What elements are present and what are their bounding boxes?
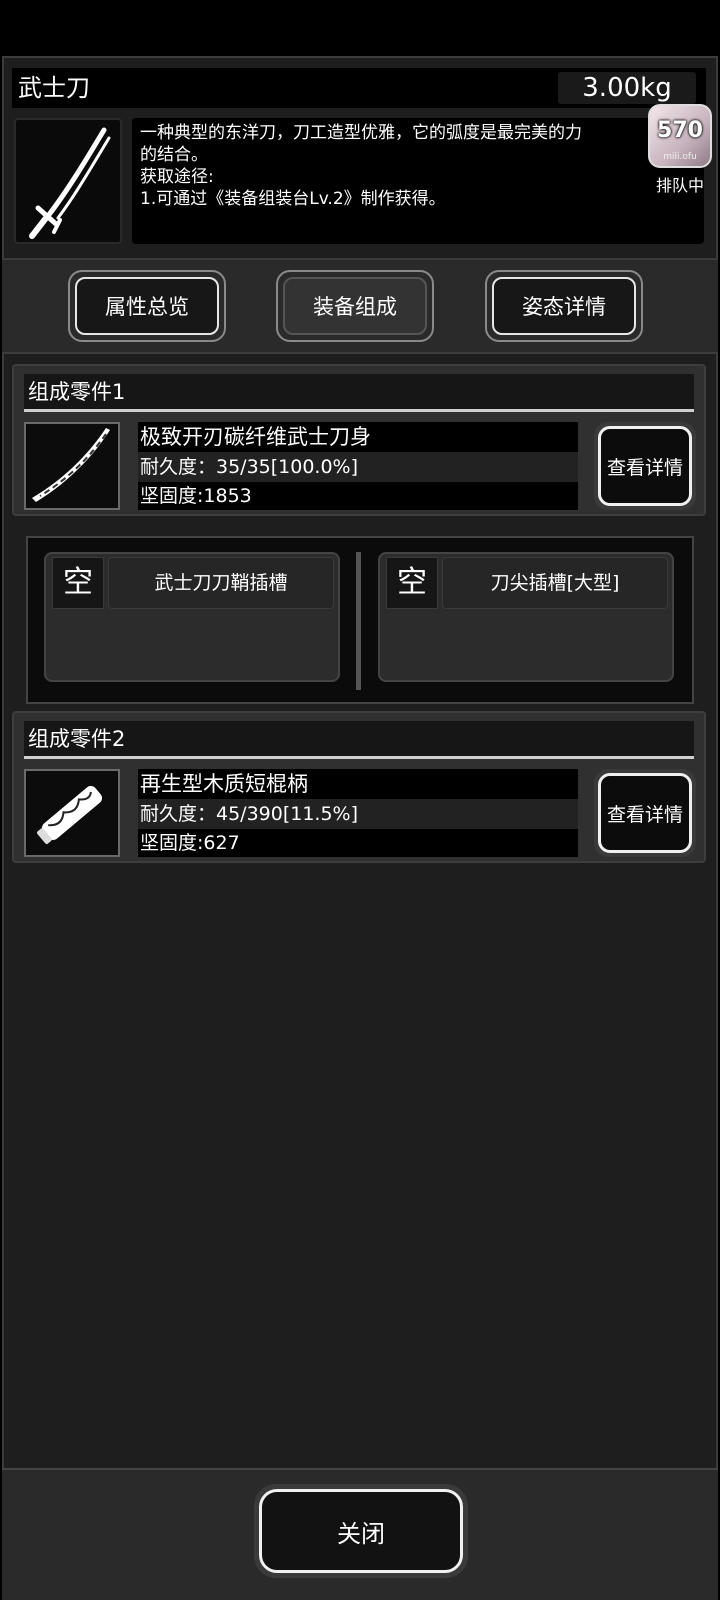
- item-title: 武士刀: [18, 74, 90, 102]
- component-header: 组成零件1: [24, 374, 694, 412]
- item-description: 一种典型的东洋刀，刀工造型优雅，它的弧度是最完美的力 的结合。 获取途径: 1.…: [132, 118, 704, 244]
- slot-sheath[interactable]: 空 武士刀刀鞘插槽: [44, 552, 340, 682]
- view-details-label: 查看详情: [598, 426, 692, 506]
- component-name: 极致开刃碳纤维武士刀身: [138, 422, 578, 452]
- description-line: 的结合。: [140, 145, 208, 165]
- tab-composition-label: 装备组成: [283, 277, 427, 335]
- tab-composition[interactable]: 装备组成: [276, 270, 434, 342]
- component-hardness: 坚固度:627: [138, 829, 578, 857]
- component-2: 组成零件2 再生型木质短棍柄 耐久度：45/390[11.5%] 坚固度:627…: [12, 711, 706, 863]
- item-header: 武士刀 3.00kg: [12, 68, 706, 108]
- component-durability: 耐久度：45/390[11.5%]: [138, 799, 578, 829]
- slot-status: 空: [386, 557, 438, 609]
- queue-sub: mili.ofu: [663, 152, 697, 162]
- slot-divider: [356, 552, 361, 690]
- tab-stance[interactable]: 姿态详情: [485, 270, 643, 342]
- component-hardness: 坚固度:1853: [138, 482, 578, 510]
- description-line: 1.可通过《装备组装台Lv.2》制作获得。: [140, 189, 446, 209]
- close-button[interactable]: 关闭: [254, 1484, 468, 1578]
- queue-label: 排队中: [655, 176, 704, 195]
- view-details-button[interactable]: 查看详情: [594, 422, 696, 510]
- blade-icon: [24, 422, 120, 510]
- view-details-button[interactable]: 查看详情: [594, 769, 696, 857]
- component-name: 再生型木质短棍柄: [138, 769, 578, 799]
- slot-name: 武士刀刀鞘插槽: [108, 557, 334, 609]
- view-details-label: 查看详情: [598, 773, 692, 853]
- item-info: 一种典型的东洋刀，刀工造型优雅，它的弧度是最完美的力 的结合。 获取途径: 1.…: [12, 114, 706, 248]
- slot-name: 刀尖插槽[大型]: [442, 557, 668, 609]
- slot-tip[interactable]: 空 刀尖插槽[大型]: [378, 552, 674, 682]
- component-durability: 耐久度：35/35[100.0%]: [138, 452, 578, 482]
- description-line: 一种典型的东洋刀，刀工造型优雅，它的弧度是最完美的力: [140, 123, 582, 143]
- queue-number: 570: [657, 118, 703, 143]
- queue-badge[interactable]: 570 mili.ofu 排队中: [646, 100, 720, 196]
- tab-attributes[interactable]: 属性总览: [68, 270, 226, 342]
- component-header: 组成零件2: [24, 721, 694, 759]
- katana-icon: [14, 118, 122, 244]
- tab-attributes-label: 属性总览: [75, 277, 219, 335]
- handle-icon: [24, 769, 120, 857]
- slot-status: 空: [52, 557, 104, 609]
- component-1: 组成零件1 极致开刃碳纤维武士刀身 耐久度：35/35[100.0%] 坚固度:…: [12, 364, 706, 516]
- close-button-label: 关闭: [259, 1489, 463, 1573]
- description-line: 获取途径:: [140, 167, 214, 187]
- tab-stance-label: 姿态详情: [492, 277, 636, 335]
